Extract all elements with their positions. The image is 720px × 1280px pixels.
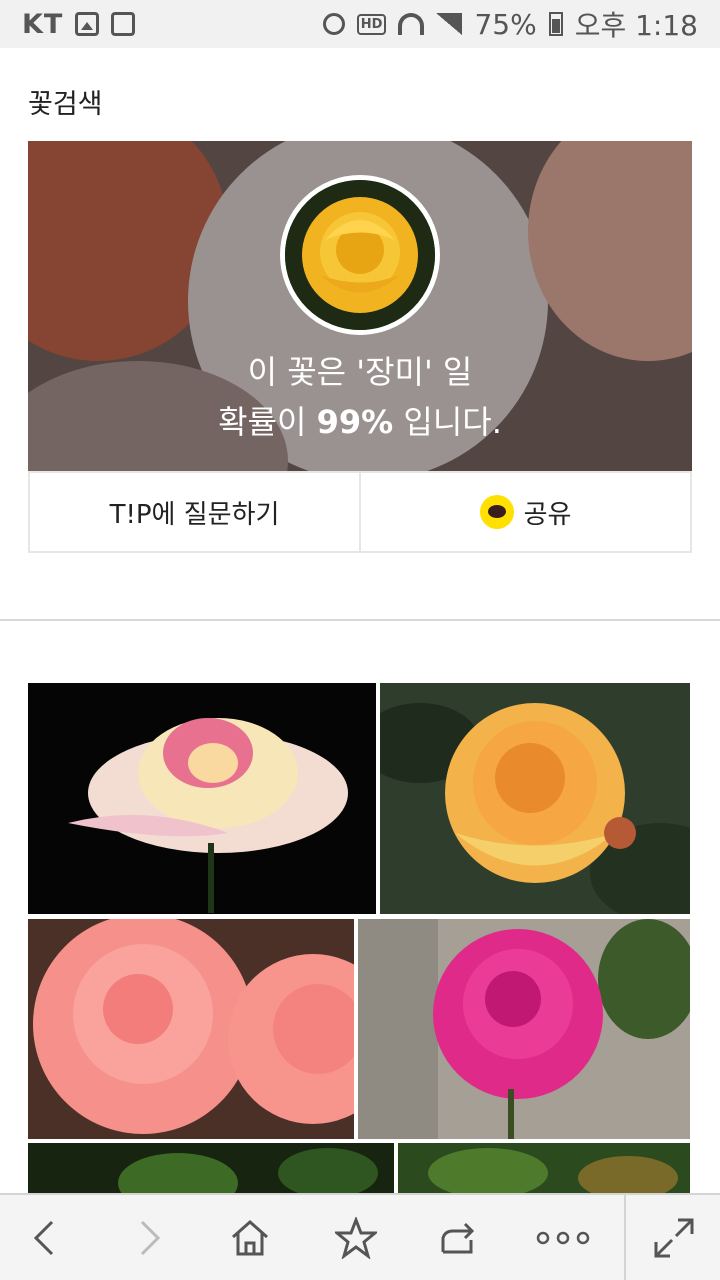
- forward-icon: [140, 1220, 161, 1255]
- bookmark-button[interactable]: [311, 1194, 401, 1280]
- orange-rose-image: [380, 683, 690, 914]
- ask-tip-button[interactable]: T!P에 질문하기: [30, 473, 359, 551]
- fullscreen-icon: [654, 1218, 694, 1257]
- clock: 오후 1:18: [574, 9, 698, 42]
- ask-tip-label: T!P에 질문하기: [109, 499, 280, 530]
- alert-icon: [111, 12, 136, 36]
- rose-photo-3[interactable]: [28, 919, 354, 1139]
- status-bar: KT HD 75% 오후 1:18: [0, 0, 720, 48]
- result-line-2-suffix: 입니다.: [393, 403, 502, 441]
- fullscreen-button[interactable]: [628, 1194, 720, 1280]
- more-button[interactable]: [518, 1194, 608, 1280]
- identified-flower-thumbnail: [280, 175, 440, 335]
- home-icon: [232, 1219, 268, 1255]
- result-line-2: 확률이 99% 입니다.: [28, 397, 692, 447]
- toolbar-separator: [624, 1195, 626, 1280]
- more-icon: [536, 1231, 590, 1244]
- result-card: 이 꽃은 '장미' 일 확률이 99% 입니다.: [28, 141, 692, 471]
- section-divider: [0, 619, 720, 621]
- result-message: 이 꽃은 '장미' 일 확률이 99% 입니다.: [28, 347, 692, 447]
- forward-button[interactable]: [104, 1194, 194, 1280]
- rose-photo-1[interactable]: [28, 683, 376, 914]
- home-button[interactable]: [205, 1194, 295, 1280]
- page-title: 꽃검색: [28, 89, 103, 120]
- share-button[interactable]: 공유: [359, 473, 690, 551]
- signal-icon: [436, 13, 463, 35]
- back-icon: [33, 1220, 54, 1255]
- browser-toolbar: [0, 1193, 720, 1280]
- probability-value: 99%: [316, 403, 394, 441]
- result-actions: T!P에 질문하기 공유: [28, 471, 692, 553]
- pink-white-rose-image: [28, 683, 376, 914]
- battery-icon: [548, 12, 563, 36]
- share-label: 공유: [523, 499, 572, 530]
- rose-photo-4[interactable]: [358, 919, 690, 1139]
- result-line-2-prefix: 확률이: [218, 403, 317, 441]
- yellow-rose-image: [285, 180, 435, 330]
- status-right: HD 75% 오후 1:18: [322, 4, 698, 44]
- bookmark-star-icon: [335, 1216, 377, 1259]
- status-left: KT: [22, 8, 136, 40]
- battery-percent: 75%: [474, 7, 537, 41]
- gallery-icon: [75, 12, 100, 36]
- back-button[interactable]: [0, 1194, 90, 1280]
- carrier-label: KT: [22, 8, 64, 40]
- alarm-icon: [322, 13, 345, 35]
- wifi-icon: [398, 13, 425, 35]
- rose-photo-2[interactable]: [380, 683, 690, 914]
- share-page-button[interactable]: [414, 1194, 504, 1280]
- share-icon: [441, 1222, 475, 1253]
- kakaotalk-icon: [479, 495, 514, 529]
- hd-icon: HD: [356, 13, 387, 35]
- magenta-rose-image: [358, 919, 690, 1139]
- pink-roses-image: [28, 919, 354, 1139]
- result-line-1: 이 꽃은 '장미' 일: [247, 353, 473, 391]
